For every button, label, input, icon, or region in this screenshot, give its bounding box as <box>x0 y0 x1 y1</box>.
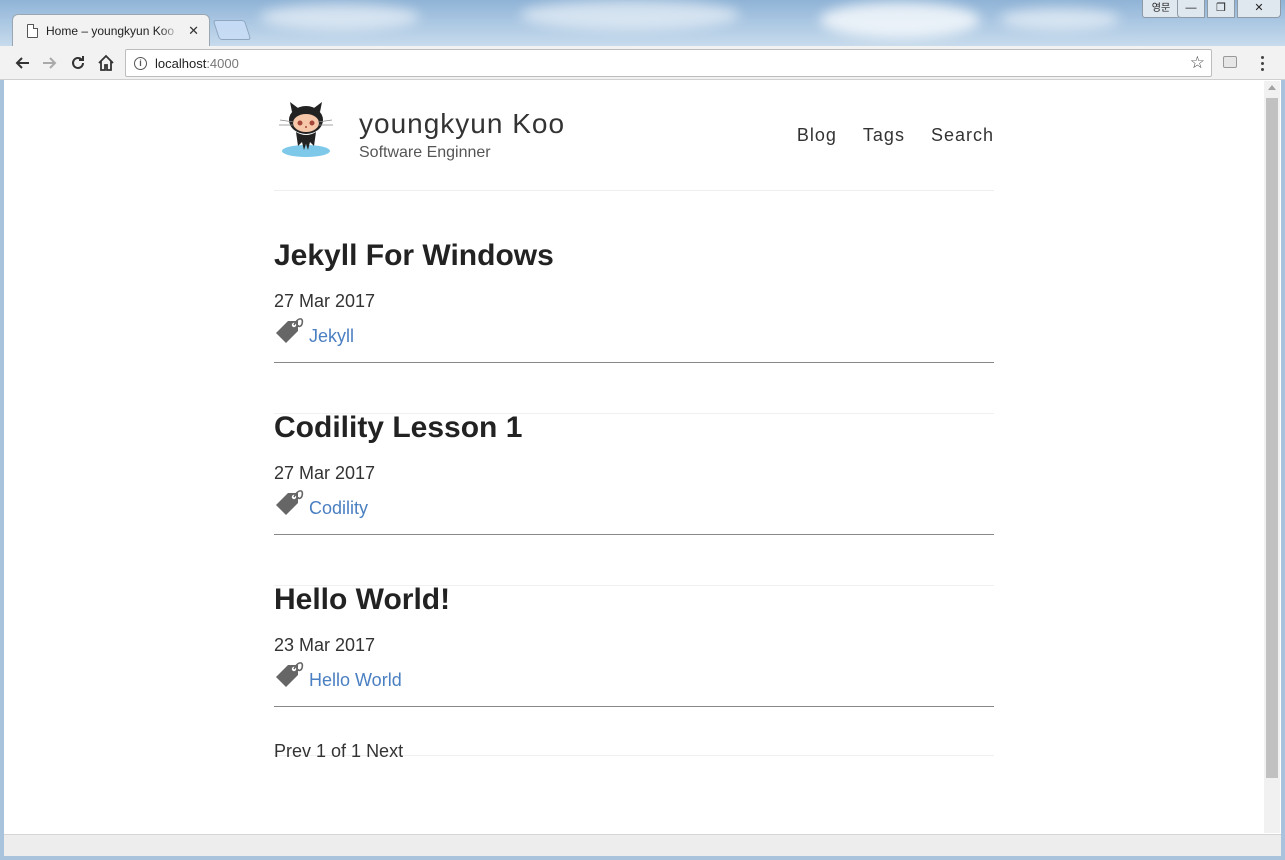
forward-arrow-icon <box>43 57 57 69</box>
url-port: :4000 <box>206 55 239 71</box>
vertical-scrollbar[interactable] <box>1264 81 1280 833</box>
tab-title: Home – youngkyun Koo <box>46 23 175 38</box>
pagination-text: Prev 1 of 1 Next <box>274 741 403 762</box>
browser-tab[interactable]: Home – youngkyun Koo ✕ <box>12 14 210 46</box>
tag-link[interactable]: Hello World <box>309 670 402 691</box>
post-item: Hello World! 23 Mar 2017 Hello World <box>274 535 994 707</box>
window-titlebar: Home – youngkyun Koo ✕ 영문 — ❐ ✕ <box>0 0 1285 46</box>
current-page: 1 <box>316 741 327 761</box>
post-item: Codility Lesson 1 27 Mar 2017 Codility <box>274 363 994 535</box>
post-date: 23 Mar 2017 <box>274 635 376 655</box>
reload-button[interactable] <box>65 50 91 76</box>
site-title[interactable]: youngkyun Koo <box>359 108 565 140</box>
page-container: youngkyun Koo Software Enginner Blog Tag… <box>274 80 994 767</box>
address-bar[interactable]: i localhost:4000 ☆ <box>125 49 1212 77</box>
tab-close-icon[interactable]: ✕ <box>188 23 199 39</box>
back-button[interactable] <box>9 50 35 76</box>
next-link[interactable]: Next <box>366 741 403 762</box>
ime-indicator[interactable]: 영문 <box>1142 0 1180 18</box>
nav-link-tags[interactable]: Tags <box>863 125 905 146</box>
site-nav: Blog Tags Search <box>797 125 994 146</box>
of-label: of <box>331 741 347 761</box>
total-pages: 1 <box>351 741 362 761</box>
octocat-avatar[interactable] <box>274 98 334 160</box>
tag-icon <box>276 662 304 687</box>
post-title[interactable]: Codility Lesson 1 <box>274 411 522 445</box>
star-icon[interactable]: ☆ <box>1190 53 1205 73</box>
tag-icon <box>276 318 304 343</box>
home-button[interactable] <box>93 50 119 76</box>
minimize-button[interactable]: — <box>1177 0 1205 18</box>
post-tags: Jekyll <box>274 315 354 347</box>
tag-link[interactable]: Codility <box>309 498 368 519</box>
menu-icon[interactable] <box>1254 52 1270 74</box>
window-frame-right <box>1281 80 1285 860</box>
post-title[interactable]: Jekyll For Windows <box>274 239 554 273</box>
site-subtitle: Software Enginner <box>359 144 491 161</box>
forward-button[interactable] <box>37 50 63 76</box>
post-item: Jekyll For Windows 27 Mar 2017 Jekyll <box>274 191 994 363</box>
extension-icon[interactable] <box>1223 56 1237 68</box>
tag-link[interactable]: Jekyll <box>309 326 354 347</box>
new-tab-button[interactable] <box>212 20 252 40</box>
post-date: 27 Mar 2017 <box>274 291 376 311</box>
url-host: localhost <box>155 55 207 71</box>
status-bar <box>4 834 1281 856</box>
post-tags: Hello World <box>274 659 402 691</box>
page-viewport: youngkyun Koo Software Enginner Blog Tag… <box>4 80 1281 834</box>
browser-toolbar: i localhost:4000 ☆ <box>0 46 1285 80</box>
window-controls: — ❐ ✕ <box>1177 0 1281 18</box>
back-arrow-icon <box>15 57 29 69</box>
page-icon <box>27 23 38 38</box>
window-frame-bottom <box>0 856 1285 860</box>
prev-link[interactable]: Prev <box>274 741 311 762</box>
pagination: Prev 1 of 1 Next <box>274 707 994 767</box>
reload-icon <box>72 56 84 69</box>
post-tags: Codility <box>274 487 368 519</box>
post-title[interactable]: Hello World! <box>274 583 450 617</box>
maximize-button[interactable]: ❐ <box>1207 0 1235 18</box>
home-icon <box>98 54 114 71</box>
scroll-up-arrow[interactable] <box>1268 85 1276 90</box>
close-window-button[interactable]: ✕ <box>1237 0 1281 18</box>
nav-link-blog[interactable]: Blog <box>797 125 837 146</box>
info-icon[interactable]: i <box>134 56 147 70</box>
nav-link-search[interactable]: Search <box>931 125 994 146</box>
scrollbar-thumb[interactable] <box>1266 98 1278 778</box>
tag-icon <box>276 490 304 515</box>
site-header: youngkyun Koo Software Enginner Blog Tag… <box>274 80 994 191</box>
post-date: 27 Mar 2017 <box>274 463 376 483</box>
